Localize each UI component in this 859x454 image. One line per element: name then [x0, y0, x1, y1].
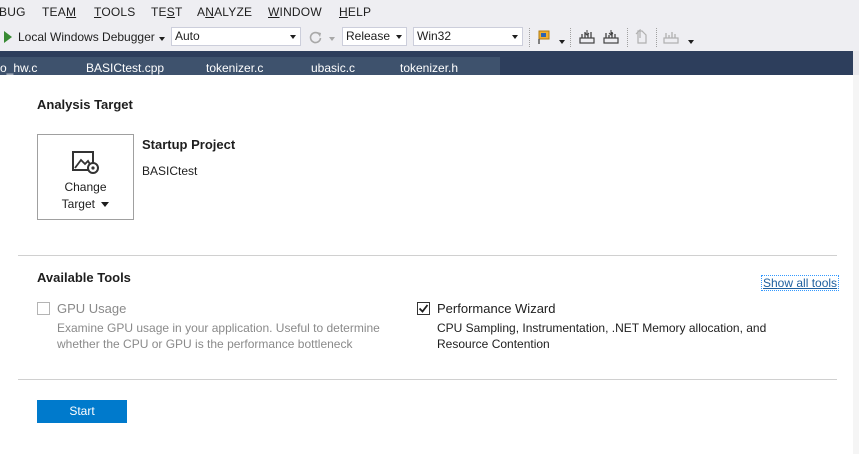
toolbar-separator [656, 28, 658, 47]
menu-test[interactable]: TEST [151, 5, 182, 19]
menu-analyze[interactable]: ANALYZE [197, 5, 252, 19]
platform-select[interactable]: Win32 [413, 27, 523, 46]
change-target-button[interactable]: Change Target [37, 134, 134, 220]
performance-wizard-checkbox[interactable] [417, 302, 430, 315]
menu-tools[interactable]: TOOLS [94, 5, 135, 19]
startup-project-heading: Startup Project [142, 137, 236, 152]
play-icon [4, 31, 12, 43]
change-target-label-line2: Target [38, 197, 133, 211]
document-tab-strip: o_hw.c BASICtest.cpp tokenizer.c ubasic.… [0, 51, 859, 75]
start-button[interactable]: Start [37, 400, 127, 423]
toolbar: Local Windows Debugger Auto Release Win3… [0, 24, 859, 51]
menu-team[interactable]: TEAM [42, 5, 76, 19]
layout-icon[interactable] [578, 29, 596, 45]
menu-debug[interactable]: BUG [0, 5, 26, 19]
performance-wizard-title: Performance Wizard [437, 301, 556, 316]
start-debugging-button[interactable]: Local Windows Debugger [0, 28, 166, 47]
layout-alt-icon[interactable] [602, 29, 620, 45]
gpu-usage-checkbox[interactable] [37, 302, 50, 315]
refresh-icon[interactable] [308, 30, 323, 45]
startup-project-name: BASICtest [142, 164, 198, 178]
chevron-down-icon [290, 35, 296, 39]
change-target-label: Change [64, 180, 107, 194]
tab-ubasic-c[interactable]: ubasic.c [311, 61, 355, 75]
debug-mode-value: Auto [175, 29, 200, 43]
caret-down-icon [101, 202, 110, 208]
menu-help[interactable]: HELP [339, 5, 371, 19]
find-dropdown-caret-icon[interactable] [559, 40, 565, 44]
chevron-down-icon [512, 35, 518, 39]
menu-bar: BUG TEAM TOOLS TEST ANALYZE WINDOW HELP [0, 0, 859, 24]
menu-window[interactable]: WINDOW [268, 5, 322, 19]
checkmark-icon [418, 304, 429, 313]
toolbar-separator [570, 28, 572, 47]
show-all-tools-link[interactable]: Show all tools [761, 275, 840, 291]
debugger-dropdown-caret-icon[interactable] [159, 37, 165, 41]
diagnostics-dropdown-caret-icon[interactable] [688, 40, 694, 44]
tab-basictest-cpp[interactable]: BASICtest.cpp [86, 61, 164, 75]
tab-overflow-strip [853, 51, 859, 75]
performance-wizard-description: CPU Sampling, Instrumentation, .NET Memo… [437, 321, 767, 351]
configuration-select[interactable]: Release [342, 27, 407, 46]
configuration-value: Release [346, 29, 391, 43]
change-target-icon [72, 151, 99, 174]
gpu-usage-title: GPU Usage [57, 301, 127, 316]
tab-tokenizer-c[interactable]: tokenizer.c [206, 61, 263, 75]
section-divider [18, 379, 837, 380]
gpu-usage-description: Examine GPU usage in your application. U… [57, 321, 380, 351]
chevron-down-icon [396, 35, 402, 39]
toolbar-separator [627, 28, 629, 47]
available-tools-heading: Available Tools [37, 270, 131, 285]
diagnostics-icon[interactable] [662, 29, 680, 45]
tab-o-hw-c[interactable]: o_hw.c [0, 61, 37, 75]
bookmark-icon[interactable] [634, 29, 650, 45]
section-divider [18, 255, 837, 256]
toolbar-separator [529, 28, 531, 47]
debug-mode-select[interactable]: Auto [171, 27, 301, 46]
analysis-target-heading: Analysis Target [37, 97, 133, 112]
tab-tokenizer-h[interactable]: tokenizer.h [400, 61, 458, 75]
refresh-dropdown-caret-icon[interactable] [329, 37, 335, 41]
platform-value: Win32 [417, 29, 452, 43]
debugger-label: Local Windows Debugger [18, 30, 155, 44]
find-in-files-icon[interactable] [537, 29, 553, 45]
vertical-scrollbar[interactable] [853, 75, 859, 454]
